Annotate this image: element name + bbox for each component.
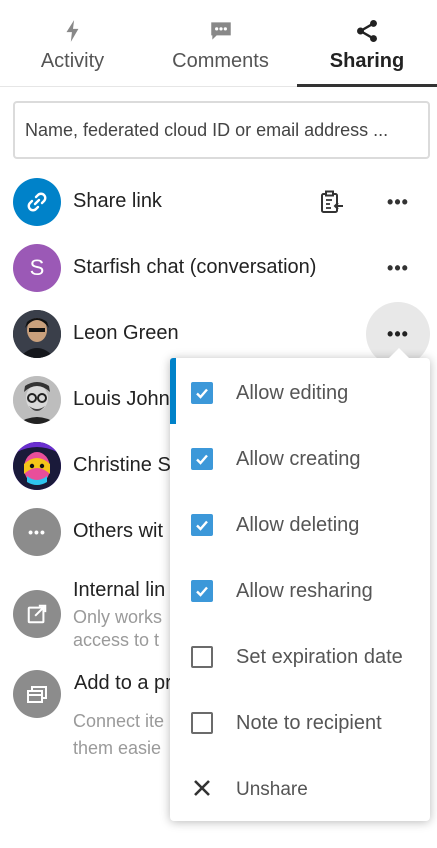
share-link-more-button[interactable]: ••• [383, 187, 413, 217]
internal-link-title[interactable]: Internal lin [73, 579, 165, 602]
project-desc-2: them easie [73, 738, 162, 758]
tab-activity[interactable]: Activity [0, 0, 145, 86]
checkbox-checked[interactable] [191, 382, 213, 404]
share-row-leon: Leon Green [13, 310, 353, 358]
internal-link-desc-2: access to t [73, 630, 160, 650]
share-name: Christine S [73, 454, 171, 476]
avatar-photo [13, 376, 61, 424]
project-desc-1: Connect ite [73, 711, 165, 731]
check-icon [196, 454, 208, 465]
share-more-button[interactable]: ••• [383, 253, 413, 283]
share-row-christine: Christine S [13, 442, 173, 490]
others-icon: ••• [13, 508, 61, 556]
more-icon: ••• [387, 257, 409, 278]
menu-item-allow-editing[interactable]: Allow editing [170, 360, 430, 426]
project-row: Add to a pr Connect ite them easie [13, 670, 173, 760]
menu-item-set-expiration-date[interactable]: Set expiration date [170, 624, 430, 690]
checkbox-checked[interactable] [191, 448, 213, 470]
internal-link-row: Internal lin Only works access to t [13, 579, 173, 650]
tab-sharing-label: Sharing [329, 50, 405, 72]
clipboard-icon [321, 190, 343, 213]
menu-item-label: Note to recipient [236, 712, 382, 734]
check-icon [196, 586, 208, 597]
menu-item-label: Allow deleting [236, 514, 360, 536]
avatar: S [13, 244, 61, 292]
menu-item-unshare[interactable]: Unshare [170, 756, 430, 822]
close-icon [194, 780, 210, 796]
checkbox-checked[interactable] [191, 514, 213, 536]
checkbox-checked[interactable] [191, 580, 213, 602]
share-link-label: Share link [73, 190, 162, 212]
checkbox-unchecked[interactable] [191, 712, 213, 734]
tab-sharing[interactable]: Sharing [297, 0, 437, 87]
more-icon: ••• [387, 191, 409, 212]
check-icon [196, 520, 208, 531]
avatar [13, 376, 61, 424]
external-link-icon [13, 590, 61, 638]
menu-item-note-to-recipient[interactable]: Note to recipient [170, 690, 430, 756]
share-name: Louis John [73, 388, 170, 410]
menu-item-allow-deleting[interactable]: Allow deleting [170, 492, 430, 558]
link-avatar [13, 178, 61, 226]
project-icon [13, 670, 61, 718]
menu-item-allow-resharing[interactable]: Allow resharing [170, 558, 430, 624]
menu-item-label: Allow resharing [236, 580, 373, 602]
share-row-starfish: S Starfish chat (conversation) ••• [13, 244, 430, 292]
menu-item-label: Set expiration date [236, 646, 403, 668]
comments-icon [210, 22, 231, 40]
others-with-access-row[interactable]: ••• Others wit [13, 508, 173, 556]
others-label: Others wit [73, 520, 164, 542]
share-link-row: Share link ••• [13, 178, 430, 226]
project-glyph [27, 686, 47, 703]
avatar-photo [13, 310, 61, 358]
avatar-photo [13, 442, 61, 490]
share-row-louis: Louis John [13, 376, 173, 424]
tab-bar: Activity Comments Sharing [0, 0, 437, 87]
link-icon [27, 192, 47, 212]
tab-comments-label: Comments [172, 50, 269, 72]
menu-item-label: Allow editing [236, 382, 349, 404]
share-name: Leon Green [73, 322, 179, 344]
check-icon [196, 388, 208, 399]
copy-link-button[interactable] [319, 189, 345, 215]
tab-activity-label: Activity [40, 50, 105, 72]
share-options-menu: Allow editing Allow creating Allow delet… [170, 348, 430, 822]
more-icon: ••• [387, 323, 409, 344]
tab-comments[interactable]: Comments [148, 0, 293, 86]
share-icon [357, 19, 377, 43]
activity-icon [66, 20, 78, 42]
share-name: Starfish chat (conversation) [73, 256, 317, 278]
share-search-input[interactable] [13, 101, 430, 159]
avatar [13, 310, 61, 358]
external-link-glyph [27, 604, 47, 624]
checkbox-unchecked[interactable] [191, 646, 213, 668]
project-title[interactable]: Add to a pr [74, 672, 172, 695]
menu-item-label: Unshare [236, 779, 308, 800]
menu-item-label: Allow creating [236, 448, 361, 470]
avatar-letter: S [29, 255, 45, 280]
internal-link-desc-1: Only works [73, 607, 163, 627]
menu-item-allow-creating[interactable]: Allow creating [170, 426, 430, 492]
avatar [13, 442, 61, 490]
